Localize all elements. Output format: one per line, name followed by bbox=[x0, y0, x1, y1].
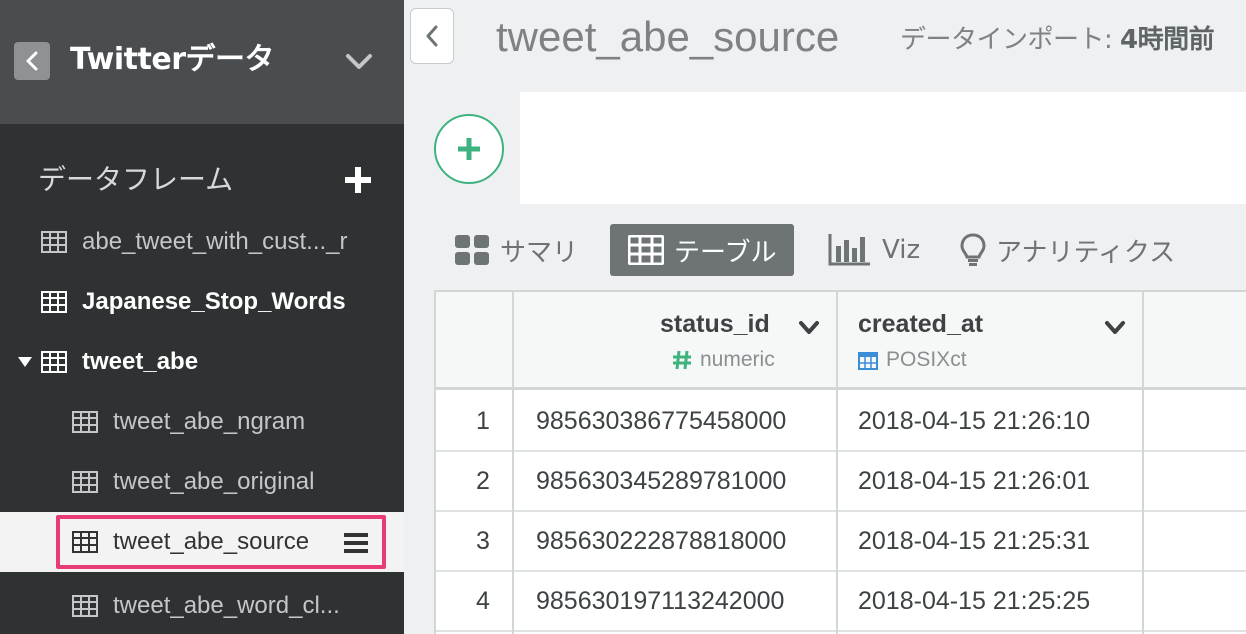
cell-created-at[interactable]: 2018-04-15 21:25:31 bbox=[858, 512, 1090, 570]
sidebar-item-label: abe_tweet_with_cust..._r bbox=[82, 228, 348, 255]
chevron-down-icon[interactable] bbox=[798, 320, 820, 336]
row-index: 4 bbox=[476, 587, 490, 615]
column-type-label: POSIXct bbox=[886, 348, 967, 371]
bar-chart-icon bbox=[828, 234, 870, 266]
hash-icon bbox=[673, 350, 691, 370]
project-title[interactable]: Twitterデータ bbox=[70, 38, 275, 82]
view-tabs: サマリ テーブル Viz アナリティクス bbox=[404, 224, 1246, 276]
table-icon bbox=[41, 231, 67, 253]
import-info: データインポート: 4時間前 bbox=[900, 22, 1215, 58]
sidebar-item-tweet-abe-ngram[interactable]: tweet_abe_ngram bbox=[0, 392, 404, 452]
column-type-status-id: numeric bbox=[672, 348, 775, 372]
cell-created-at[interactable]: 2018-04-15 21:25:25 bbox=[858, 572, 1090, 630]
column-type-label: numeric bbox=[700, 348, 775, 371]
sidebar-item-label: tweet_abe_ngram bbox=[113, 408, 306, 435]
table-row[interactable]: 1 985630386775458000 2018-04-15 21:26:10 bbox=[436, 392, 1246, 452]
column-type-created-at: POSIXct bbox=[858, 348, 967, 372]
chevron-left-icon bbox=[26, 51, 38, 71]
row-index: 2 bbox=[476, 467, 490, 495]
row-index: 1 bbox=[476, 407, 490, 435]
table-icon bbox=[41, 351, 67, 373]
sidebar-item-tweet-abe-original[interactable]: tweet_abe_original bbox=[0, 452, 404, 512]
tab-viz[interactable]: Viz bbox=[828, 224, 920, 276]
import-prefix: データインポート: bbox=[900, 25, 1121, 55]
table-row[interactable]: 2 985630345289781000 2018-04-15 21:26:01 bbox=[436, 452, 1246, 512]
highlight-box bbox=[56, 515, 386, 569]
tab-analytics[interactable]: アナリティクス bbox=[960, 224, 1175, 276]
chevron-down-icon[interactable] bbox=[1104, 320, 1126, 336]
chevron-left-icon bbox=[426, 25, 438, 47]
grid-icon bbox=[455, 235, 489, 265]
sidebar: Twitterデータ データフレーム abe_tweet_with_cust..… bbox=[0, 0, 404, 634]
tab-label: アナリティクス bbox=[996, 237, 1176, 268]
collapse-sidebar-button[interactable] bbox=[410, 8, 454, 64]
cell-status-id[interactable]: 985630222878818000 bbox=[536, 512, 786, 570]
table-icon bbox=[41, 291, 67, 313]
tab-label: Viz bbox=[882, 235, 921, 265]
tab-label: サマリ bbox=[500, 237, 579, 268]
tab-summary[interactable]: サマリ bbox=[454, 224, 578, 276]
column-header-status-id[interactable]: status_id bbox=[660, 310, 770, 339]
sidebar-item-abe-tweet-with-cust[interactable]: abe_tweet_with_cust..._r bbox=[0, 212, 404, 272]
import-time: 4時間前 bbox=[1120, 25, 1215, 55]
sidebar-item-label: tweet_abe_word_cl... bbox=[113, 592, 340, 619]
table-row[interactable]: 3 985630222878818000 2018-04-15 21:25:31 bbox=[436, 512, 1246, 572]
add-dataframe-icon[interactable] bbox=[344, 166, 372, 194]
calendar-icon bbox=[858, 352, 878, 370]
page-title: tweet_abe_source bbox=[496, 13, 840, 60]
table-icon bbox=[72, 471, 98, 493]
sidebar-header: Twitterデータ bbox=[0, 0, 404, 124]
column-header-created-at[interactable]: created_at bbox=[858, 310, 983, 339]
caret-down-icon[interactable] bbox=[18, 356, 32, 368]
row-index: 3 bbox=[476, 527, 490, 555]
chevron-down-icon[interactable] bbox=[344, 50, 374, 74]
cell-status-id[interactable]: 985630197113242000 bbox=[536, 572, 784, 630]
tab-label: テーブル bbox=[674, 237, 777, 268]
sidebar-item-tweet-abe-word-cl[interactable]: tweet_abe_word_cl... bbox=[0, 576, 404, 634]
table-icon bbox=[628, 235, 664, 265]
step-area bbox=[520, 92, 1246, 204]
sidebar-item-japanese-stop-words[interactable]: Japanese_Stop_Words bbox=[0, 272, 404, 332]
column-divider[interactable] bbox=[1142, 292, 1144, 634]
lightbulb-icon bbox=[960, 233, 986, 266]
table-header: status_id numeric created_at POSIXct bbox=[436, 292, 1246, 390]
hamburger-menu-icon[interactable] bbox=[344, 532, 368, 554]
sidebar-item-tweet-abe[interactable]: tweet_abe bbox=[0, 332, 404, 392]
main-panel: tweet_abe_source データインポート: 4時間前 サマリ テーブル… bbox=[404, 0, 1246, 634]
column-divider bbox=[512, 292, 514, 634]
cell-created-at[interactable]: 2018-04-15 21:26:10 bbox=[858, 392, 1090, 450]
table-row[interactable]: 4 985630197113242000 2018-04-15 21:25:25 bbox=[436, 572, 1246, 632]
tab-table[interactable]: テーブル bbox=[610, 224, 795, 276]
plus-icon bbox=[458, 138, 480, 160]
column-divider[interactable] bbox=[836, 292, 838, 634]
add-step-button[interactable] bbox=[434, 114, 504, 184]
back-button[interactable] bbox=[14, 42, 50, 80]
sidebar-item-label: tweet_abe_original bbox=[113, 468, 315, 495]
cell-status-id[interactable]: 985630345289781000 bbox=[536, 452, 786, 510]
cell-created-at[interactable]: 2018-04-15 21:26:01 bbox=[858, 452, 1090, 510]
sidebar-item-label: tweet_abe bbox=[82, 348, 199, 375]
table-icon bbox=[72, 595, 98, 617]
section-label: データフレーム bbox=[38, 163, 234, 196]
cell-status-id[interactable]: 985630386775458000 bbox=[536, 392, 786, 450]
sidebar-item-label: Japanese_Stop_Words bbox=[82, 288, 346, 315]
data-table: status_id numeric created_at POSIXct 1 9… bbox=[434, 290, 1246, 634]
table-icon bbox=[72, 411, 98, 433]
